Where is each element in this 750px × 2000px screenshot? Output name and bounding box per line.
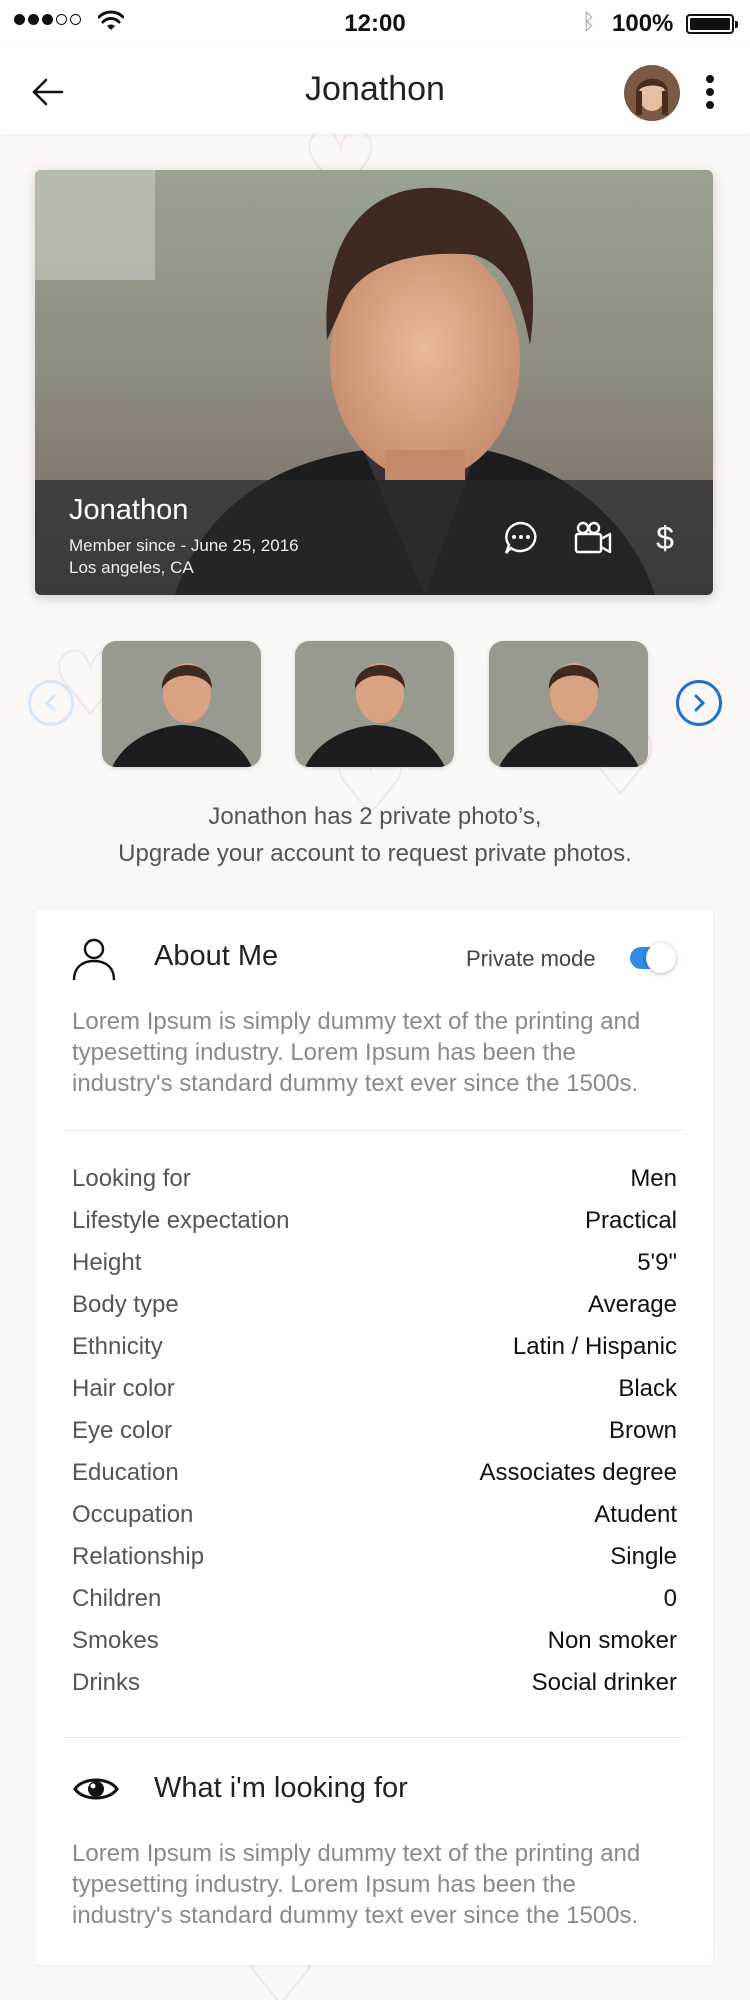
detail-label: Height: [72, 1249, 142, 1276]
member-since: Member since - June 25, 2016: [69, 536, 299, 555]
battery-icon: [686, 14, 738, 34]
detail-label: Body type: [72, 1291, 179, 1318]
private-mode-label: Private mode: [466, 946, 596, 971]
detail-label: Eye color: [72, 1417, 173, 1444]
detail-label: Occupation: [72, 1501, 194, 1528]
about-me-title: About Me: [154, 940, 279, 972]
private-photos-note: Jonathon has 2 private photo’s, Upgrade …: [0, 798, 750, 872]
app-header: Jonathon: [0, 48, 750, 134]
looking-for-text: Lorem Ipsum is simply dummy text of the …: [72, 1840, 641, 1929]
chevron-left-icon: [44, 694, 56, 712]
profile-main-photo[interactable]: Jonathon Member since - June 25, 2016 Lo…: [35, 170, 713, 595]
detail-row: Education Associates degree: [72, 1452, 677, 1494]
detail-value: Average: [588, 1291, 677, 1318]
detail-value: Brown: [608, 1417, 677, 1444]
detail-row: Lifestyle expectation Practical: [72, 1200, 677, 1242]
chevron-right-icon: [694, 694, 706, 712]
profile-info-overlay: Jonathon Member since - June 25, 2016 Lo…: [35, 480, 713, 595]
detail-label: Lifestyle expectation: [72, 1207, 290, 1234]
detail-row: Ethnicity Latin / Hispanic: [72, 1326, 677, 1368]
gallery-thumbnail[interactable]: [489, 641, 648, 767]
gallery-thumbnail[interactable]: [295, 641, 454, 767]
divider: [65, 1130, 683, 1131]
detail-value: Men: [630, 1165, 677, 1192]
detail-label: Hair color: [72, 1375, 175, 1402]
divider: [65, 1737, 683, 1738]
battery-percent: 100%: [612, 10, 674, 37]
more-vertical-icon[interactable]: [700, 72, 720, 112]
status-bar: 12:00 ᛒ 100%: [0, 0, 750, 48]
dollar-icon[interactable]: $: [645, 518, 685, 558]
detail-value: Practical: [584, 1207, 677, 1234]
user-icon: [72, 938, 116, 981]
gallery-thumbnail[interactable]: [102, 641, 261, 767]
bluetooth-icon: ᛒ: [582, 9, 596, 34]
detail-value: 5'9": [637, 1249, 677, 1276]
private-photos-count-text: Jonathon has 2 private photo’s,: [208, 803, 542, 830]
avatar[interactable]: [624, 65, 680, 121]
detail-row: Body type Average: [72, 1284, 677, 1326]
detail-row: Drinks Social drinker: [72, 1662, 677, 1704]
about-me-text: Lorem Ipsum is simply dummy text of the …: [72, 1008, 641, 1097]
upgrade-prompt-text: Upgrade your account to request private …: [118, 840, 632, 867]
profile-name: Jonathon: [69, 494, 189, 526]
details-list: Looking for Men Lifestyle expectation Prac…: [72, 1158, 677, 1704]
detail-row: Hair color Black: [72, 1368, 677, 1410]
looking-for-title: What i'm looking for: [154, 1772, 408, 1804]
video-camera-icon[interactable]: [573, 518, 613, 558]
carousel-prev-button[interactable]: [28, 680, 74, 726]
detail-value: Associates degree: [479, 1459, 677, 1486]
eye-icon: [73, 1778, 119, 1800]
detail-value: Non smoker: [547, 1627, 677, 1654]
detail-row: Occupation Atudent: [72, 1494, 677, 1536]
detail-label: Looking for: [72, 1165, 191, 1192]
private-mode-toggle[interactable]: [630, 943, 676, 973]
detail-label: Relationship: [72, 1543, 205, 1570]
carousel-next-button[interactable]: [676, 680, 722, 726]
detail-label: Drinks: [72, 1669, 141, 1696]
detail-row: Relationship Single: [72, 1536, 677, 1578]
detail-value: Atudent: [594, 1501, 677, 1528]
detail-row: Height 5'9": [72, 1242, 677, 1284]
detail-label: Education: [72, 1459, 179, 1486]
detail-row: Children 0: [72, 1578, 677, 1620]
chat-bubble-icon[interactable]: [501, 518, 541, 558]
detail-row: Smokes Non smoker: [72, 1620, 677, 1662]
detail-row: Eye color Brown: [72, 1410, 677, 1452]
detail-value: Latin / Hispanic: [512, 1333, 677, 1360]
detail-label: Children: [72, 1585, 162, 1612]
detail-value: Black: [618, 1375, 677, 1402]
detail-value: Social drinker: [531, 1669, 677, 1696]
detail-label: Ethnicity: [72, 1333, 163, 1360]
detail-label: Smokes: [72, 1627, 159, 1654]
detail-row: Looking for Men: [72, 1158, 677, 1200]
profile-details-card: About Me Private mode Lorem Ipsum is sim…: [35, 910, 713, 1965]
detail-value: Single: [610, 1543, 677, 1570]
location: Los angeles, CA: [69, 558, 194, 577]
detail-value: 0: [663, 1585, 677, 1612]
